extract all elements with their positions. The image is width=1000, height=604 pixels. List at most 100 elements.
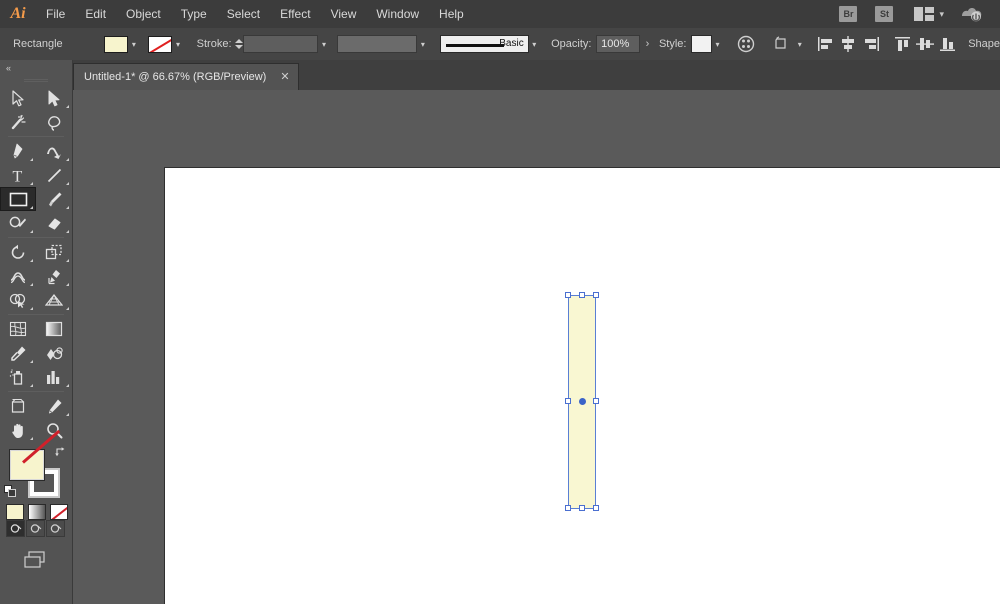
tool-width[interactable] (0, 264, 36, 288)
illustrator-window: Ai File Edit Object Type Select Effect V… (0, 0, 1000, 604)
menu-effect[interactable]: Effect (270, 0, 320, 28)
color-mode-button[interactable] (6, 504, 24, 520)
tool-scale[interactable] (36, 240, 72, 264)
bridge-button[interactable]: Br (839, 6, 857, 22)
tool-mesh[interactable] (0, 317, 36, 341)
style-chevron-icon[interactable]: ▾ (712, 36, 723, 53)
menu-help[interactable]: Help (429, 0, 474, 28)
align-top-icon[interactable] (891, 33, 913, 55)
tool-pen[interactable] (0, 139, 36, 163)
tool-column-graph[interactable] (36, 365, 72, 389)
tool-gradient[interactable] (36, 317, 72, 341)
brush-definition-select[interactable]: Basic (440, 35, 529, 53)
tool-lasso[interactable] (36, 110, 72, 134)
tool-blend[interactable] (36, 341, 72, 365)
fill-color-swatch[interactable] (104, 36, 128, 53)
tool-group-indicator-icon (66, 158, 69, 161)
tool-perspective-grid[interactable] (36, 288, 72, 312)
menu-edit[interactable]: Edit (75, 0, 116, 28)
stroke-label: Stroke: (197, 38, 232, 50)
handle-top-right[interactable] (593, 292, 599, 298)
tool-artboard[interactable] (0, 394, 36, 418)
tool-free-transform[interactable] (36, 264, 72, 288)
handle-top-left[interactable] (565, 292, 571, 298)
tool-slice[interactable] (36, 394, 72, 418)
menu-file[interactable]: File (36, 0, 75, 28)
stroke-weight-stepper[interactable] (235, 35, 243, 53)
tool-group-indicator-icon (66, 283, 69, 286)
tool-group-indicator-icon (30, 437, 33, 440)
tool-direct-selection[interactable] (36, 86, 72, 110)
draw-behind-button[interactable] (26, 520, 45, 537)
tool-type[interactable]: T (0, 163, 36, 187)
stroke-profile-input[interactable] (337, 35, 417, 53)
tool-symbol-sprayer[interactable] (0, 365, 36, 389)
tool-selection[interactable] (0, 86, 36, 110)
default-fill-stroke-icon[interactable] (4, 485, 17, 498)
fill-dropdown-chevron-icon[interactable]: ▾ (128, 36, 139, 53)
document-tab[interactable]: Untitled-1* @ 66.67% (RGB/Preview) ✕ (73, 63, 299, 90)
chevron-down-icon[interactable]: ▾ (939, 9, 944, 20)
brush-chevron-icon[interactable]: ▾ (529, 36, 540, 53)
swap-fill-stroke-icon[interactable] (55, 446, 68, 459)
tool-rectangle[interactable] (0, 187, 36, 211)
stroke-dropdown-chevron-icon[interactable]: ▾ (172, 36, 183, 53)
tool-zoom[interactable] (36, 418, 72, 442)
opacity-more-options-arrow[interactable]: › (646, 38, 650, 50)
handle-bottom-left[interactable] (565, 505, 571, 511)
align-center-vertical-icon[interactable] (914, 33, 936, 55)
draw-normal-button[interactable] (6, 520, 25, 537)
tool-paintbrush[interactable] (36, 187, 72, 211)
transform-chevron-icon[interactable]: ▾ (794, 36, 805, 53)
canvas-area[interactable] (72, 90, 1000, 604)
align-bottom-icon[interactable] (936, 33, 958, 55)
align-left-icon[interactable] (815, 33, 837, 55)
app-logo-icon: Ai (0, 0, 36, 28)
handle-middle-right[interactable] (593, 398, 599, 404)
handle-bottom-center[interactable] (579, 505, 585, 511)
selected-object-label: Rectangle (13, 38, 63, 50)
tool-shape-builder[interactable] (0, 288, 36, 312)
handle-bottom-right[interactable] (593, 505, 599, 511)
menu-view[interactable]: View (321, 0, 367, 28)
menu-type[interactable]: Type (171, 0, 217, 28)
tools-panel-grip[interactable] (0, 76, 72, 86)
tools-panel-header[interactable]: « (0, 60, 72, 76)
handle-top-center[interactable] (579, 292, 585, 298)
tools-grid: T (0, 86, 72, 442)
tool-hand[interactable] (0, 418, 36, 442)
tool-magic-wand[interactable] (0, 110, 36, 134)
tool-curvature[interactable] (36, 139, 72, 163)
arrange-documents-icon[interactable] (914, 7, 934, 21)
close-icon[interactable]: ✕ (280, 72, 289, 83)
stroke-weight-input[interactable] (243, 35, 318, 53)
brush-stroke-preview-icon (446, 44, 504, 47)
transform-icon[interactable] (772, 33, 794, 55)
recolor-artwork-icon[interactable] (734, 33, 756, 55)
stroke-color-swatch[interactable] (148, 36, 172, 53)
style-label: Style: (659, 38, 687, 50)
tool-eraser[interactable] (36, 211, 72, 235)
menu-object[interactable]: Object (116, 0, 171, 28)
opacity-input[interactable]: 100% (596, 35, 639, 53)
align-center-horizontal-icon[interactable] (837, 33, 859, 55)
tool-rotate[interactable] (0, 240, 36, 264)
none-mode-button[interactable] (50, 504, 68, 520)
handle-middle-left[interactable] (565, 398, 571, 404)
stroke-profile-chevron-icon[interactable]: ▾ (417, 36, 428, 53)
screen-mode-button[interactable] (0, 549, 72, 571)
gradient-mode-button[interactable] (28, 504, 46, 520)
stock-button[interactable]: St (875, 6, 893, 22)
graphic-style-swatch[interactable] (691, 35, 712, 53)
align-right-icon[interactable] (860, 33, 882, 55)
fill-color-box[interactable] (10, 450, 44, 480)
tool-eyedropper[interactable] (0, 341, 36, 365)
tool-shaper[interactable] (0, 211, 36, 235)
collapse-panel-icon[interactable]: « (6, 63, 10, 73)
tool-line-segment[interactable] (36, 163, 72, 187)
menu-select[interactable]: Select (217, 0, 270, 28)
stroke-weight-chevron-icon[interactable]: ▾ (318, 36, 329, 53)
creative-cloud-sync-icon[interactable] (960, 4, 984, 24)
draw-inside-button[interactable] (46, 520, 65, 537)
menu-window[interactable]: Window (366, 0, 429, 28)
